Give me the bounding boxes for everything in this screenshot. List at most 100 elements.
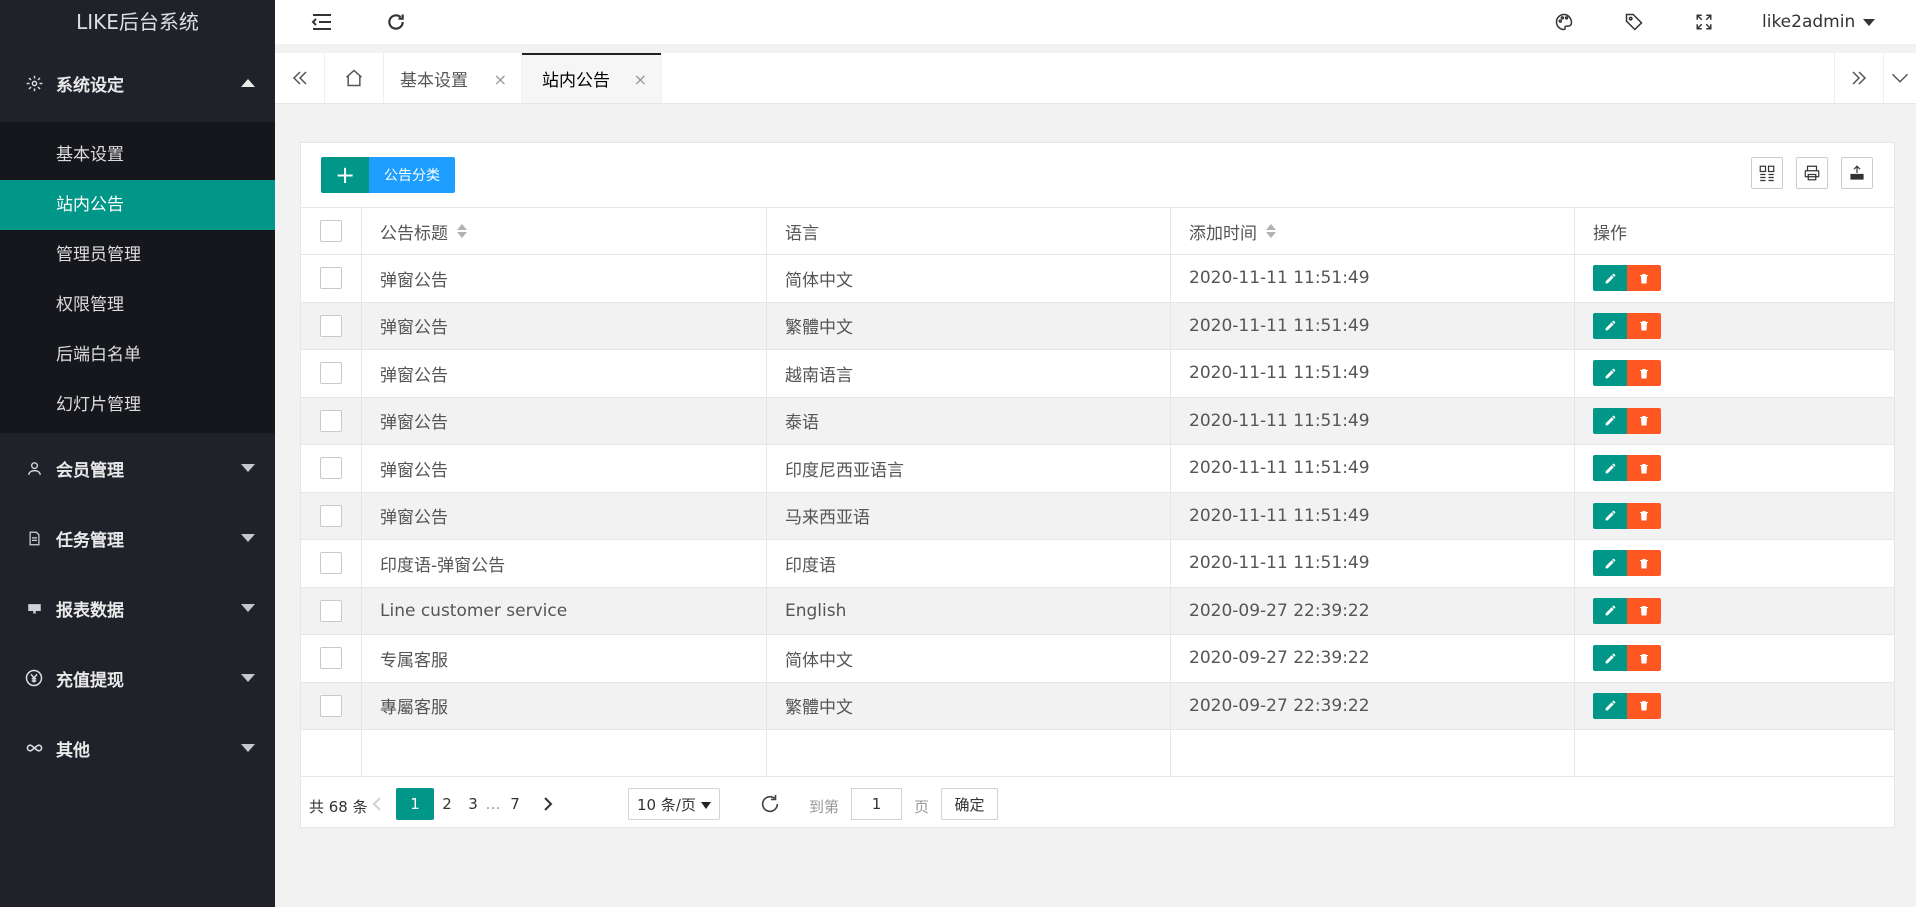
cell-time: 2020-11-11 11:51:49 xyxy=(1170,302,1574,349)
delete-button[interactable] xyxy=(1627,597,1661,624)
monitor-icon xyxy=(25,599,43,617)
sidebar-item-announcements[interactable]: 站内公告 xyxy=(0,180,275,230)
delete-button[interactable] xyxy=(1627,407,1661,434)
checkbox-cell xyxy=(301,303,361,350)
page-ellipsis: … xyxy=(485,795,501,813)
cell-language: 印度尼西亚语言 xyxy=(766,445,1170,492)
sidebar-item-basic-settings[interactable]: 基本设置 xyxy=(0,130,275,180)
goto-page-input[interactable] xyxy=(851,788,902,820)
edit-button[interactable] xyxy=(1593,265,1627,292)
gear-icon xyxy=(25,74,43,92)
checkbox-cell xyxy=(301,635,361,682)
sidebar-group-tasks[interactable]: 任务管理 xyxy=(0,503,275,573)
table-empty-row xyxy=(301,729,1894,777)
delete-button[interactable] xyxy=(1627,265,1661,292)
checkbox-cell xyxy=(301,493,361,540)
sidebar-group-system[interactable]: 系统设定 xyxy=(0,44,275,122)
goto-confirm-button[interactable]: 确定 xyxy=(941,788,998,820)
tab-scroll-right-icon[interactable] xyxy=(1834,53,1884,103)
sidebar-item-whitelist[interactable]: 后端白名单 xyxy=(0,330,275,380)
column-header-time[interactable]: 添加时间 xyxy=(1170,208,1574,254)
per-page-select[interactable]: 10 条/页 xyxy=(628,788,720,820)
row-checkbox[interactable] xyxy=(320,267,342,290)
edit-button[interactable] xyxy=(1593,597,1627,624)
page-button-current[interactable]: 1 xyxy=(396,788,434,820)
tab-announcements[interactable]: 站内公告 × xyxy=(522,53,662,103)
sidebar-item-admin-management[interactable]: 管理员管理 xyxy=(0,230,275,280)
export-icon[interactable] xyxy=(1841,157,1873,189)
select-all-checkbox[interactable] xyxy=(320,220,342,242)
edit-button[interactable] xyxy=(1593,455,1627,482)
row-checkbox[interactable] xyxy=(320,409,342,432)
prev-page-icon[interactable] xyxy=(367,788,387,820)
sidebar-group-other[interactable]: 其他 xyxy=(0,713,275,783)
row-checkbox[interactable] xyxy=(320,457,342,480)
checkbox-cell xyxy=(301,398,361,445)
username: like2admin xyxy=(1762,12,1856,32)
chevron-up-icon xyxy=(241,79,255,87)
tab-dropdown-icon[interactable] xyxy=(1884,53,1916,103)
sidebar-item-slides[interactable]: 幻灯片管理 xyxy=(0,380,275,430)
edit-button[interactable] xyxy=(1593,550,1627,577)
edit-button[interactable] xyxy=(1593,407,1627,434)
per-page-value: 10 条/页 xyxy=(637,795,696,814)
pencil-icon xyxy=(1605,558,1615,569)
delete-button[interactable] xyxy=(1627,692,1661,719)
column-header-title[interactable]: 公告标题 xyxy=(361,208,766,254)
sidebar-item-permissions[interactable]: 权限管理 xyxy=(0,280,275,330)
row-checkbox[interactable] xyxy=(320,694,342,717)
sidebar-group-recharge[interactable]: 充值提现 xyxy=(0,643,275,713)
row-checkbox[interactable] xyxy=(320,504,342,527)
sort-icon[interactable] xyxy=(1266,224,1276,238)
delete-button[interactable] xyxy=(1627,360,1661,387)
sidebar-group-members[interactable]: 会员管理 xyxy=(0,433,275,503)
row-checkbox[interactable] xyxy=(320,314,342,337)
tag-icon[interactable] xyxy=(1617,0,1651,44)
page-button[interactable]: 7 xyxy=(505,788,525,820)
edit-button[interactable] xyxy=(1593,312,1627,339)
cell-actions xyxy=(1574,397,1894,444)
edit-button[interactable] xyxy=(1593,645,1627,672)
row-checkbox[interactable] xyxy=(320,599,342,622)
columns-filter-icon[interactable] xyxy=(1751,157,1783,189)
close-icon[interactable]: × xyxy=(634,70,647,89)
trash-icon xyxy=(1640,463,1648,474)
delete-button[interactable] xyxy=(1627,502,1661,529)
user-menu[interactable]: like2admin xyxy=(1762,0,1876,44)
delete-button[interactable] xyxy=(1627,312,1661,339)
tab-basic-settings[interactable]: 基本设置 × xyxy=(384,53,522,103)
category-button[interactable]: 公告分类 xyxy=(369,157,455,193)
menu-fold-icon[interactable] xyxy=(305,0,339,44)
close-icon[interactable]: × xyxy=(494,70,507,89)
chevron-down-icon xyxy=(241,464,255,472)
pencil-icon xyxy=(1605,273,1615,284)
trash-icon xyxy=(1640,368,1648,379)
row-checkbox[interactable] xyxy=(320,552,342,575)
palette-icon[interactable] xyxy=(1547,0,1581,44)
refresh-icon[interactable] xyxy=(379,0,413,44)
print-icon[interactable] xyxy=(1796,157,1828,189)
edit-button[interactable] xyxy=(1593,360,1627,387)
cell-language: 简体中文 xyxy=(766,255,1170,302)
page-button[interactable]: 2 xyxy=(437,788,457,820)
edit-button[interactable] xyxy=(1593,502,1627,529)
cell-actions xyxy=(1574,302,1894,349)
tab-scroll-left-icon[interactable] xyxy=(275,53,325,103)
home-icon[interactable] xyxy=(325,53,384,103)
delete-button[interactable] xyxy=(1627,455,1661,482)
sidebar-group-reports[interactable]: 报表数据 xyxy=(0,573,275,643)
delete-button[interactable] xyxy=(1627,645,1661,672)
trash-icon xyxy=(1640,416,1648,426)
cell-title: 印度语-弹窗公告 xyxy=(361,540,766,587)
refresh-page-icon[interactable] xyxy=(757,788,783,820)
edit-button[interactable] xyxy=(1593,692,1627,719)
empty-cell xyxy=(766,730,1170,776)
delete-button[interactable] xyxy=(1627,550,1661,577)
page-button[interactable]: 3 xyxy=(463,788,483,820)
add-button[interactable]: + xyxy=(321,157,369,193)
row-checkbox[interactable] xyxy=(320,647,342,670)
sort-icon[interactable] xyxy=(457,224,467,238)
fullscreen-icon[interactable] xyxy=(1687,0,1721,44)
row-checkbox[interactable] xyxy=(320,362,342,385)
next-page-icon[interactable] xyxy=(538,788,558,820)
